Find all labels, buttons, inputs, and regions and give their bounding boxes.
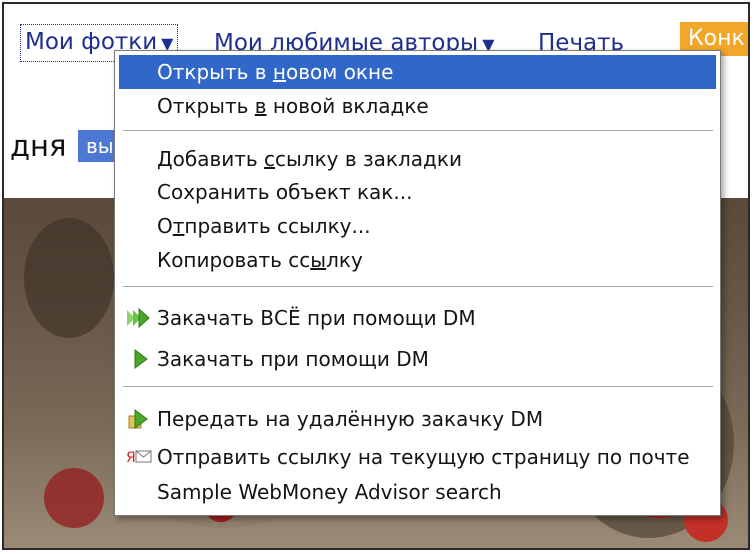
menu-item-label: Отправить ссылку... [157, 214, 371, 238]
menu-item-copy-link[interactable]: Копировать ссылку [119, 243, 716, 277]
menu-item-label: Передать на удалённую закачку DM [157, 407, 544, 431]
menu-item-label: Открыть в новом окне [157, 60, 394, 84]
menu-item-label: Сохранить объект как... [157, 180, 413, 204]
menu-item-label: Копировать ссылку [157, 248, 363, 272]
menu-item-label: Открыть в новой вкладке [157, 94, 429, 118]
menu-item-open-new-tab[interactable]: Открыть в новой вкладке [119, 89, 716, 123]
menu-item-bookmark-link[interactable]: Добавить ссылку в закладки [119, 142, 716, 176]
menu-item-save-as[interactable]: Сохранить объект как... [119, 175, 716, 209]
menu-item-open-new-window[interactable]: Открыть в новом окне [119, 55, 716, 89]
svg-text:Я: Я [126, 450, 136, 466]
menu-item-label: Закачать при помощи DM [157, 347, 429, 371]
menu-separator [123, 386, 713, 388]
nav-contest-label: Конк [688, 26, 745, 51]
page-heading: дня [10, 129, 67, 163]
remote-download-icon [128, 409, 148, 429]
menu-item-webmoney-search[interactable]: Sample WebMoney Advisor search [119, 475, 716, 509]
menu-item-remote-download-dm[interactable]: Передать на удалённую закачку DM [119, 402, 716, 436]
menu-item-label: Закачать ВСЁ при помощи DM [157, 306, 476, 330]
download-icon [134, 349, 148, 369]
context-menu: Открыть в новом окне Открыть в новой вкл… [114, 50, 721, 516]
menu-item-label: Отправить ссылку на текущую страницу по … [157, 445, 690, 469]
menu-separator [123, 130, 713, 132]
yandex-mail-icon: Я [126, 450, 152, 466]
menu-item-send-link[interactable]: Отправить ссылку... [119, 209, 716, 243]
heading-tab-label: вы [86, 134, 114, 158]
heading-tab-button[interactable]: вы [78, 130, 118, 162]
menu-item-email-page-link[interactable]: Я Отправить ссылку на текущую страницу п… [119, 440, 716, 474]
menu-item-download-all-dm[interactable]: Закачать ВСЁ при помощи DM [119, 301, 716, 335]
menu-separator [123, 286, 713, 288]
menu-item-label: Добавить ссылку в закладки [157, 147, 462, 171]
menu-item-label: Sample WebMoney Advisor search [157, 480, 502, 504]
menu-item-download-dm[interactable]: Закачать при помощи DM [119, 342, 716, 376]
browser-page: Мои фотки ▼ Мои любимые авторы ▼ Печать Ко… [2, 2, 750, 550]
download-all-icon [127, 307, 150, 329]
